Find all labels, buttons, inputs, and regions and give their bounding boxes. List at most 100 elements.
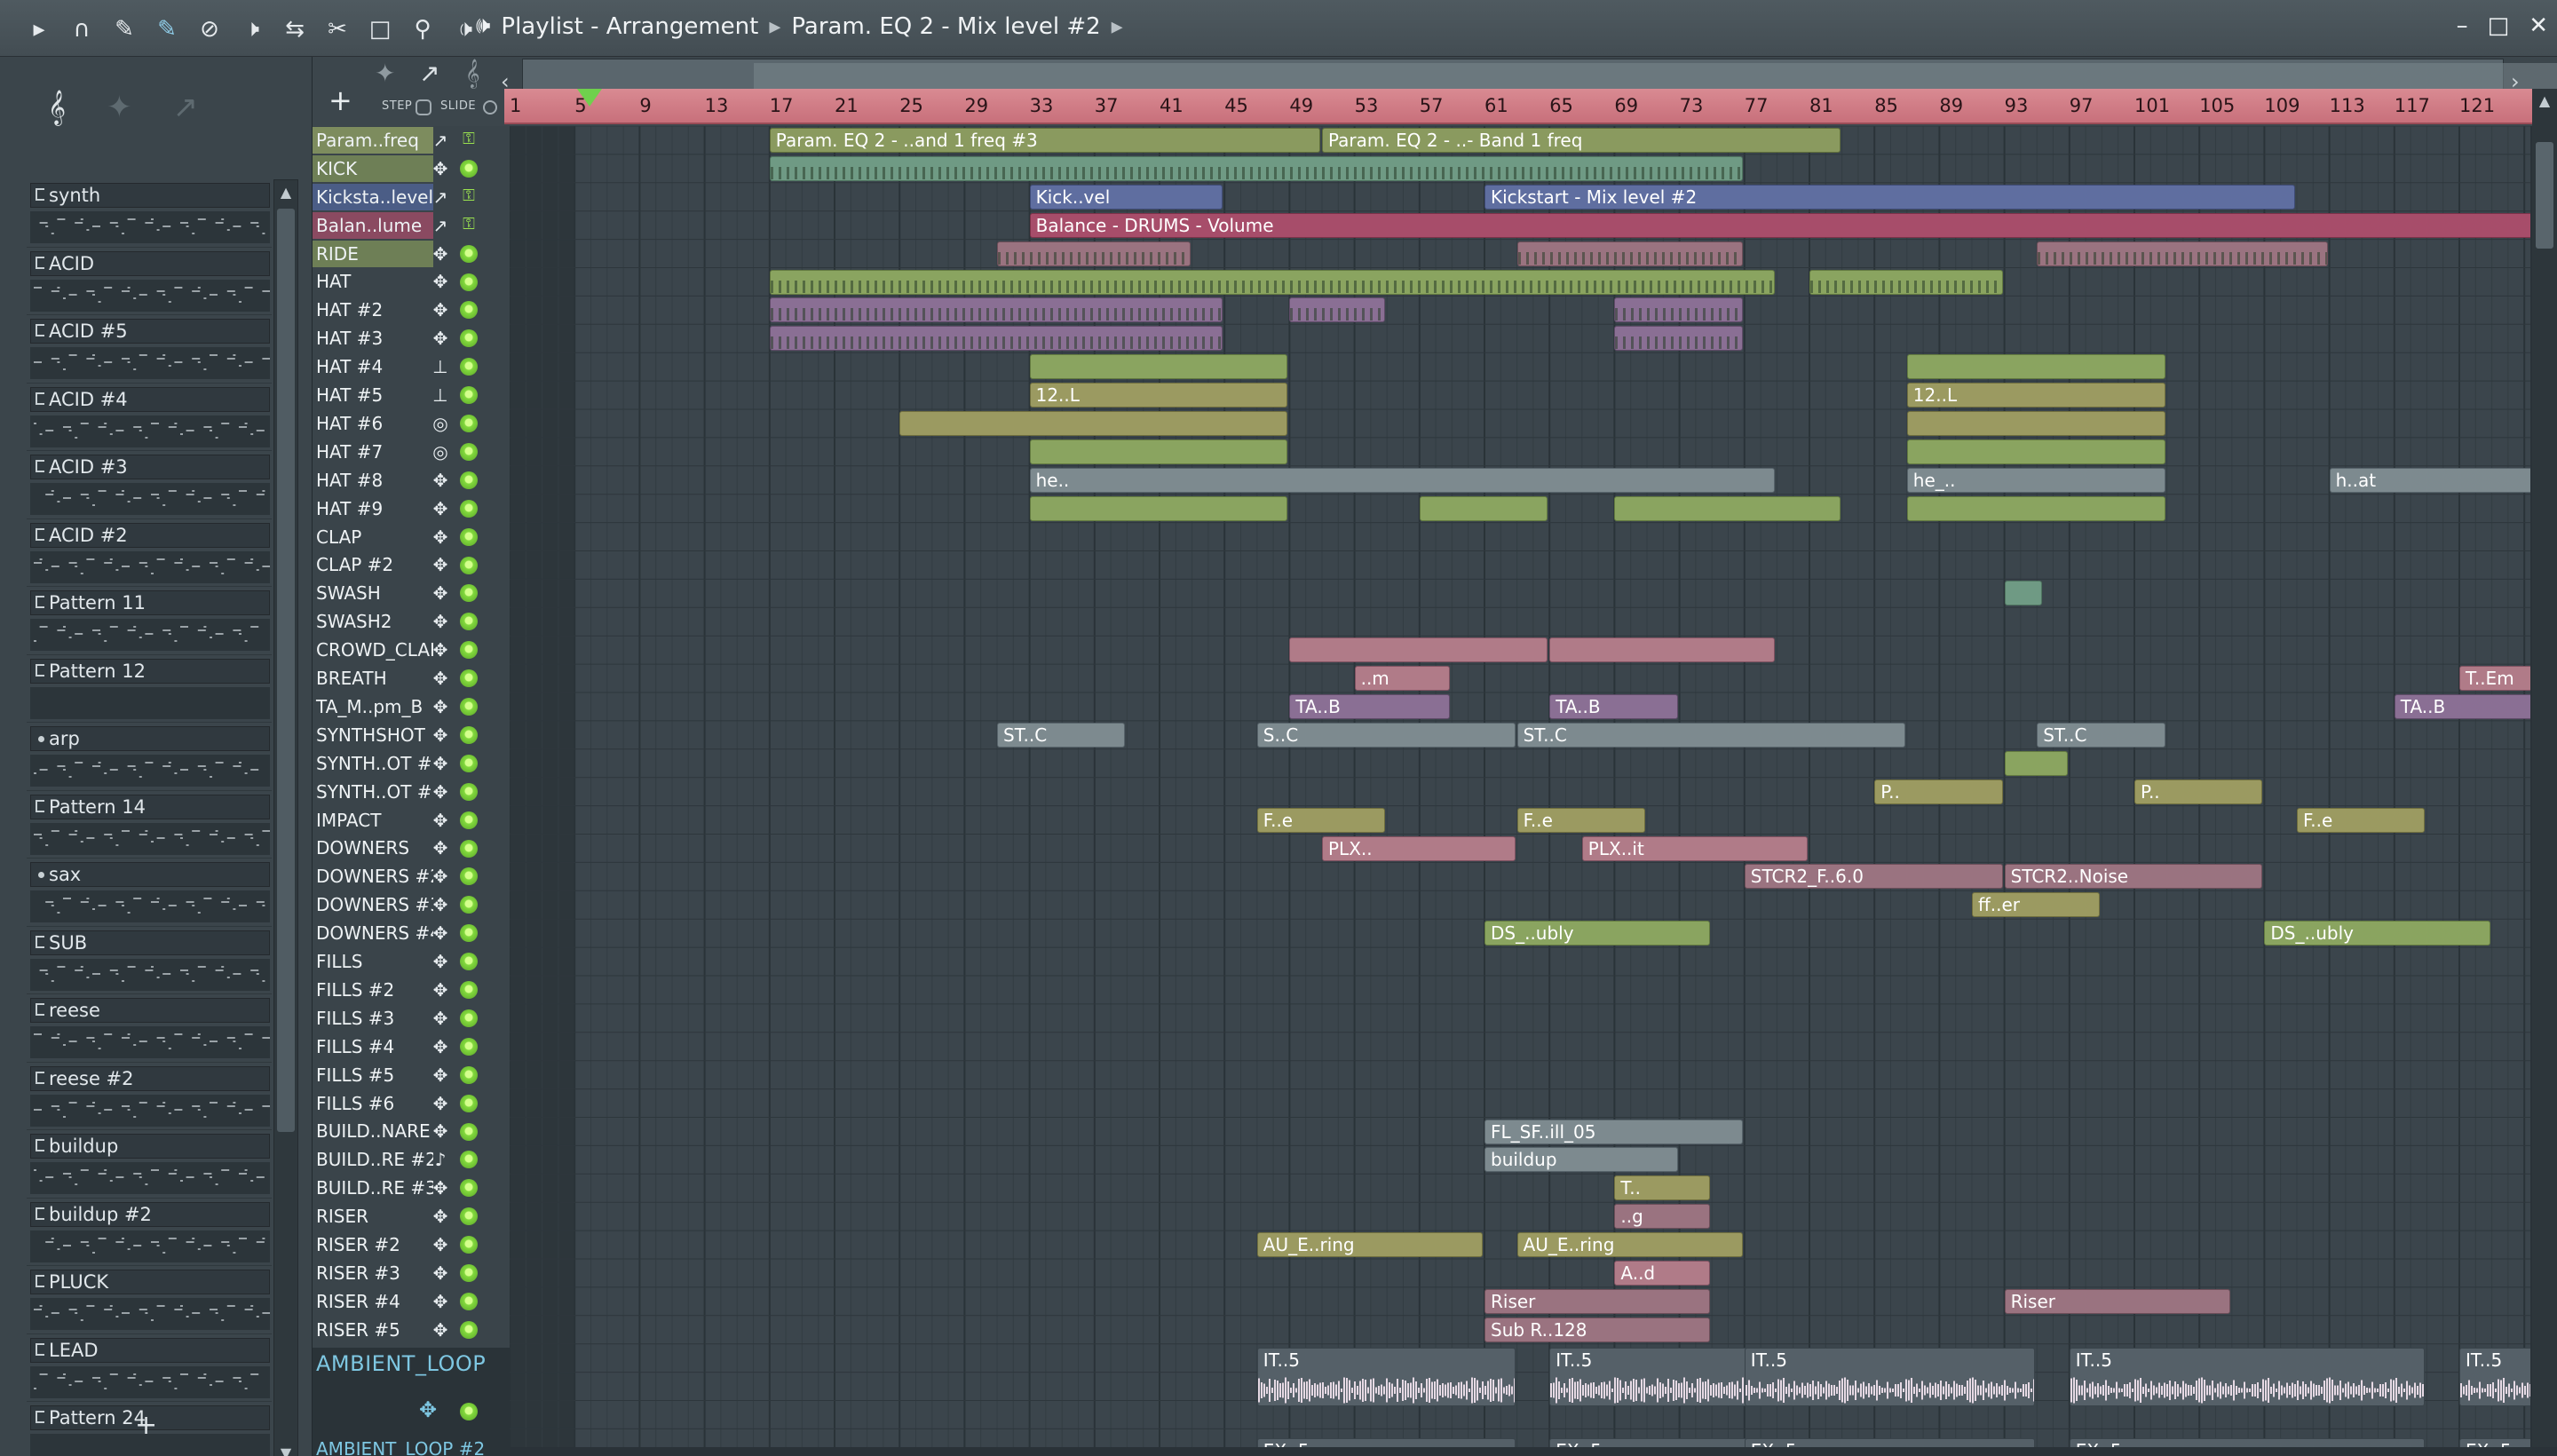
playlist-clip[interactable]: Kick..vel	[1029, 184, 1223, 210]
track-name[interactable]: BUILD..NARE	[313, 1118, 433, 1144]
lock-icon[interactable]: ⚿	[460, 130, 478, 149]
automation-curve-icon[interactable]: ↗	[419, 59, 439, 88]
track-name[interactable]: DOWNERS #4	[313, 920, 433, 946]
track-header[interactable]: HAT #7 ◎	[313, 438, 510, 466]
playlist-clip[interactable]: TA..B	[1549, 694, 1678, 719]
playlist-clip[interactable]: buildup	[1484, 1147, 1678, 1173]
track-enable-led[interactable]	[460, 386, 478, 405]
move-icon[interactable]: ✥	[426, 1291, 455, 1312]
pattern-item[interactable]: ACID #5	[27, 315, 272, 384]
track-enable-led[interactable]	[460, 159, 478, 178]
picker-scrollbar[interactable]: ▲ ▼	[273, 179, 298, 1456]
pattern-item[interactable]: Pattern 14	[27, 791, 272, 859]
track-enable-led[interactable]	[460, 981, 478, 999]
track-header[interactable]: FILLS #6 ✥	[313, 1089, 510, 1118]
playlist-clip[interactable]	[1289, 297, 1386, 323]
playlist-clip[interactable]: A..d	[1614, 1261, 1711, 1286]
track-name[interactable]: Balan..lume	[313, 211, 433, 239]
audio-clip[interactable]: EX..5	[2069, 1438, 2426, 1447]
track-enable-led[interactable]	[460, 244, 478, 263]
track-enable-led[interactable]	[460, 584, 478, 603]
automation-icon[interactable]: ↗	[426, 186, 455, 208]
move-icon[interactable]: ✥	[426, 498, 455, 519]
track-header[interactable]: SWASH2 ✥	[313, 607, 510, 636]
move-icon[interactable]: ✥	[426, 1120, 455, 1142]
track-enable-led[interactable]	[460, 1403, 478, 1420]
playlist-clip[interactable]: he..	[1029, 467, 1776, 493]
track-name[interactable]: HAT #7	[313, 439, 433, 465]
track-name[interactable]: HAT #5	[313, 382, 433, 408]
move-icon[interactable]: ✥	[426, 299, 455, 320]
playlist-clip[interactable]: PLX..	[1322, 835, 1516, 861]
playlist-clip[interactable]	[1614, 326, 1743, 352]
playlist-clip[interactable]: F..e	[1256, 807, 1386, 833]
track-enable-led[interactable]	[460, 669, 478, 688]
track-name[interactable]: FILLS #2	[313, 977, 433, 1003]
playlist-clip[interactable]	[2004, 581, 2042, 606]
track-enable-led[interactable]	[460, 1179, 478, 1198]
track-name[interactable]: RISER #2	[313, 1231, 433, 1258]
move-icon[interactable]: ✥	[426, 781, 455, 803]
playlist-clip[interactable]	[1906, 411, 2165, 436]
track-header[interactable]: HAT #2 ✥	[313, 296, 510, 324]
playlist-clip[interactable]: Riser	[1484, 1288, 1711, 1314]
playlist-clip[interactable]: DS_..ubly	[1484, 921, 1711, 946]
add-track-button[interactable]: +	[329, 83, 352, 117]
pattern-item[interactable]: Pattern 11	[27, 587, 272, 655]
track-header[interactable]: BUILD..NARE ✥	[313, 1118, 510, 1146]
track-header[interactable]: DOWNERS #2 ✥	[313, 862, 510, 890]
slice-icon[interactable]: ✂	[325, 16, 350, 43]
tuning-fork-icon[interactable]: ⊥	[426, 356, 455, 377]
track-enable-led[interactable]	[460, 1094, 478, 1112]
track-name[interactable]: RIDE	[313, 240, 433, 267]
add-pattern-button[interactable]: +	[135, 1410, 157, 1441]
track-name[interactable]: IMPACT	[313, 807, 433, 834]
track-name[interactable]: SYNTH..OT #3	[313, 779, 433, 805]
playlist-clip[interactable]: STCR2..Noise	[2004, 864, 2263, 890]
paint-icon[interactable]: ✎	[154, 16, 179, 43]
track-header[interactable]: SYNTH..OT #2 ✥	[313, 749, 510, 778]
keyboard-icon[interactable]: 𝄞	[465, 59, 480, 89]
scroll-thumb[interactable]	[277, 209, 295, 1132]
track-header[interactable]: HAT #8 ✥	[313, 466, 510, 495]
pattern-item[interactable]: Pattern 12	[27, 655, 272, 723]
pattern-item[interactable]: arp	[27, 723, 272, 791]
track-name[interactable]: Param..freq	[313, 126, 433, 154]
track-header[interactable]: DOWNERS ✥	[313, 835, 510, 863]
track-header[interactable]: Kicksta..level ↗ ⚿	[313, 183, 510, 211]
audio-clip[interactable]: IT..5	[1744, 1348, 2036, 1406]
track-name[interactable]: HAT #3	[313, 325, 433, 352]
move-icon[interactable]: ✥	[426, 837, 455, 859]
arrow-right-icon[interactable]: ▸	[27, 16, 51, 43]
playlist-clip[interactable]: he_..	[1906, 467, 2165, 493]
playlist-clip[interactable]: AU_E..ring	[1516, 1232, 1743, 1258]
playlist-clip[interactable]	[769, 297, 1223, 323]
playlist-clip[interactable]: P..	[2134, 779, 2263, 804]
playlist-clip[interactable]: ..g	[1614, 1204, 1711, 1230]
track-name[interactable]: RISER #4	[313, 1288, 433, 1315]
track-header[interactable]: DOWNERS #4 ✥	[313, 919, 510, 947]
track-name[interactable]: FILLS #4	[313, 1033, 433, 1060]
tuning-fork-icon[interactable]: ⊥	[426, 384, 455, 406]
move-icon[interactable]: ✥	[426, 668, 455, 689]
track-enable-led[interactable]	[460, 782, 478, 801]
pattern-item[interactable]: PLUCK	[27, 1266, 272, 1334]
track-name[interactable]: SYNTH..OT #2	[313, 750, 433, 777]
track-header[interactable]: BUILD..RE #2 ♪	[313, 1145, 510, 1174]
track-header[interactable]: CLAP #2 ✥	[313, 551, 510, 580]
move-icon[interactable]: ✥	[426, 554, 455, 575]
track-enable-led[interactable]	[460, 1151, 478, 1169]
move-icon[interactable]: ✥	[426, 1036, 455, 1057]
track-name[interactable]: CROWD_CLAP	[313, 637, 433, 663]
playlist-clip[interactable]: STCR2_F..6.0	[1744, 864, 2003, 890]
playlist-clip[interactable]: P..	[1874, 779, 2003, 804]
playlist-clip[interactable]: PLX..it	[1581, 835, 1808, 861]
pattern-item[interactable]: ACID #4	[27, 384, 272, 451]
move-icon[interactable]: ✥	[426, 1234, 455, 1255]
audio-clip[interactable]: EX..5	[1256, 1438, 1516, 1447]
track-enable-led[interactable]	[460, 725, 478, 744]
track-header[interactable]: HAT #5 ⊥	[313, 381, 510, 409]
move-icon[interactable]: ✥	[426, 724, 455, 746]
track-enable-led[interactable]	[460, 273, 478, 291]
playlist-clip[interactable]	[769, 326, 1223, 352]
